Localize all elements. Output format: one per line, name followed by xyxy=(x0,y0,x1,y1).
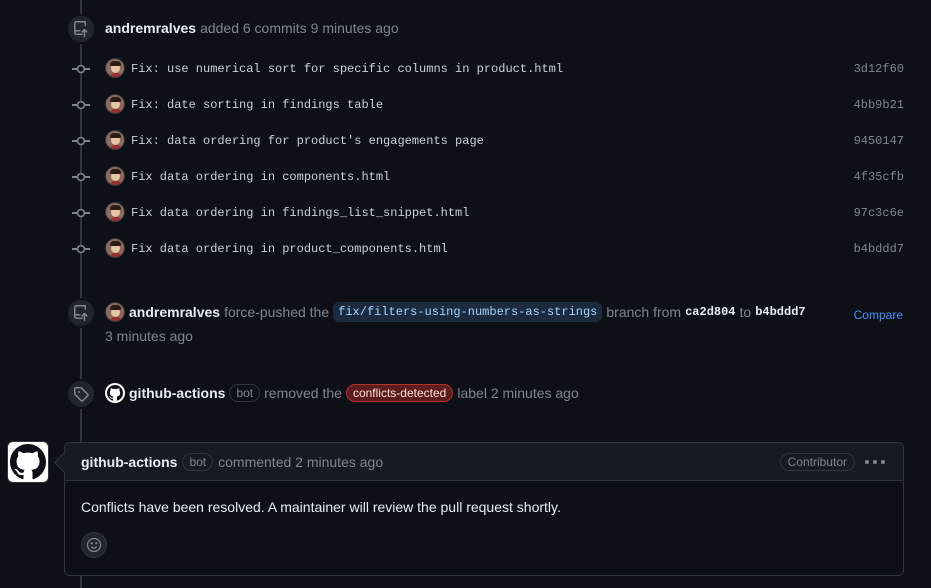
bot-badge: bot xyxy=(182,452,214,471)
avatar[interactable] xyxy=(105,94,125,114)
force-push-action: force-pushed the xyxy=(224,304,330,320)
git-commit-icon xyxy=(72,170,90,184)
to-word: to xyxy=(739,304,752,320)
comment-header: github-actions bot commented 2 minutes a… xyxy=(65,443,903,481)
comment-meta[interactable]: commented 2 minutes ago xyxy=(218,454,383,470)
avatar[interactable] xyxy=(105,202,125,222)
commit-row: Fix data ordering in findings_list_snipp… xyxy=(72,202,904,224)
repo-push-icon xyxy=(66,14,96,44)
comment-body: Conflicts have been resolved. A maintain… xyxy=(81,499,561,515)
commit-row: Fix data ordering in components.html 4f35… xyxy=(72,166,904,188)
event-author-link[interactable]: andremralves xyxy=(105,20,196,36)
force-push-event-line: andremralves force-pushed the fix/filter… xyxy=(105,302,806,322)
git-commit-icon xyxy=(72,62,90,76)
label-event-action: removed the xyxy=(264,385,342,401)
bot-badge: bot xyxy=(229,384,261,402)
git-commit-icon xyxy=(72,98,90,112)
avatar[interactable] xyxy=(105,130,125,150)
to-sha-link[interactable]: b4bddd7 xyxy=(755,305,805,319)
commit-sha-link[interactable]: 4bb9b21 xyxy=(854,98,904,112)
event-action: added 6 commits xyxy=(200,20,307,36)
commit-sha-link[interactable]: b4bddd7 xyxy=(854,242,904,256)
commit-message-link[interactable]: Fix data ordering in components.html xyxy=(131,170,390,184)
comment-author-link[interactable]: github-actions xyxy=(81,454,177,470)
contributor-badge: Contributor xyxy=(779,453,855,471)
avatar[interactable] xyxy=(105,302,125,322)
github-mark-icon[interactable] xyxy=(105,383,125,403)
commits-event-line: andremralves added 6 commits 9 minutes a… xyxy=(105,20,399,36)
tag-icon xyxy=(66,379,96,409)
git-commit-icon xyxy=(72,206,90,220)
from-sha-link[interactable]: ca2d804 xyxy=(685,305,735,319)
repo-push-icon xyxy=(66,298,96,328)
commit-message-link[interactable]: Fix data ordering in findings_list_snipp… xyxy=(131,206,469,220)
kebab-horizontal-icon[interactable] xyxy=(865,454,885,470)
avatar[interactable] xyxy=(105,238,125,258)
commit-sha-link[interactable]: 9450147 xyxy=(854,134,904,148)
commit-message-link[interactable]: Fix: use numerical sort for specific col… xyxy=(131,62,563,76)
compare-link[interactable]: Compare xyxy=(854,308,903,322)
label-event-suffix: label 2 minutes ago xyxy=(457,385,579,401)
label-event-author-link[interactable]: github-actions xyxy=(129,385,225,401)
commit-message-link[interactable]: Fix: data ordering for product's engagem… xyxy=(131,134,484,148)
conflicts-label[interactable]: conflicts-detected xyxy=(345,384,454,402)
force-push-time[interactable]: 3 minutes ago xyxy=(105,328,193,344)
commit-row: Fix: use numerical sort for specific col… xyxy=(72,58,904,80)
github-mark-icon[interactable] xyxy=(7,441,49,483)
commit-message-link[interactable]: Fix data ordering in product_components.… xyxy=(131,242,448,256)
commit-sha-link[interactable]: 3d12f60 xyxy=(854,62,904,76)
branch-word: branch from xyxy=(606,304,682,320)
git-commit-icon xyxy=(72,242,90,256)
branch-name[interactable]: fix/filters-using-numbers-as-strings xyxy=(333,302,603,322)
comment-box: github-actions bot commented 2 minutes a… xyxy=(64,442,904,576)
commit-message-link[interactable]: Fix: date sorting in findings table xyxy=(131,98,383,112)
avatar[interactable] xyxy=(105,58,125,78)
commit-row: Fix: data ordering for product's engagem… xyxy=(72,130,904,152)
commit-row: Fix data ordering in product_components.… xyxy=(72,238,904,260)
force-push-author-link[interactable]: andremralves xyxy=(129,304,220,320)
commit-sha-link[interactable]: 4f35cfb xyxy=(854,170,904,184)
commit-row: Fix: date sorting in findings table 4bb9b… xyxy=(72,94,904,116)
label-event-line: github-actions bot removed the conflicts… xyxy=(105,383,579,403)
event-time[interactable]: 9 minutes ago xyxy=(311,20,399,36)
avatar[interactable] xyxy=(105,166,125,186)
commit-sha-link[interactable]: 97c3c6e xyxy=(854,206,904,220)
git-commit-icon xyxy=(72,134,90,148)
smiley-icon[interactable] xyxy=(81,532,107,558)
